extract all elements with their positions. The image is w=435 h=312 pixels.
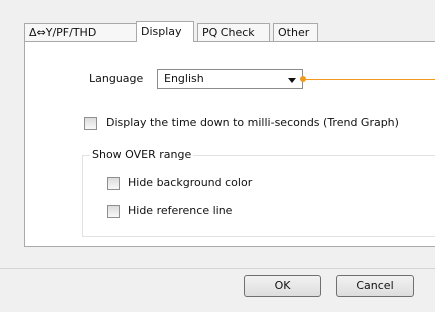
- over-range-group: [82, 155, 435, 237]
- millis-checkbox[interactable]: [84, 117, 97, 130]
- tab-pq-check[interactable]: PQ Check: [197, 23, 270, 41]
- footer-separator: [0, 268, 435, 269]
- millis-label: Display the time down to milli-seconds (…: [106, 116, 399, 129]
- callout-line: [303, 79, 435, 80]
- settings-dialog: Δ⇔Y/PF/THD Display PQ Check Other Langua…: [0, 0, 435, 312]
- hide-reference-line-checkbox[interactable]: [107, 205, 120, 218]
- language-dropdown[interactable]: English: [157, 69, 303, 89]
- tab-display[interactable]: Display: [136, 21, 194, 42]
- over-range-title: Show OVER range: [90, 148, 194, 161]
- hide-background-color-checkbox[interactable]: [107, 177, 120, 190]
- callout-dot: [300, 76, 306, 82]
- cancel-button[interactable]: Cancel: [336, 275, 414, 297]
- tab-other[interactable]: Other: [273, 23, 318, 41]
- hide-background-color-label: Hide background color: [128, 176, 253, 189]
- language-selected-value: English: [164, 72, 204, 85]
- tab-delta-y-pf-thd[interactable]: Δ⇔Y/PF/THD: [24, 23, 137, 41]
- language-label: Language: [89, 72, 144, 85]
- ok-button[interactable]: OK: [244, 275, 321, 297]
- dropdown-arrow-icon: [288, 78, 296, 83]
- hide-reference-line-label: Hide reference line: [128, 204, 233, 217]
